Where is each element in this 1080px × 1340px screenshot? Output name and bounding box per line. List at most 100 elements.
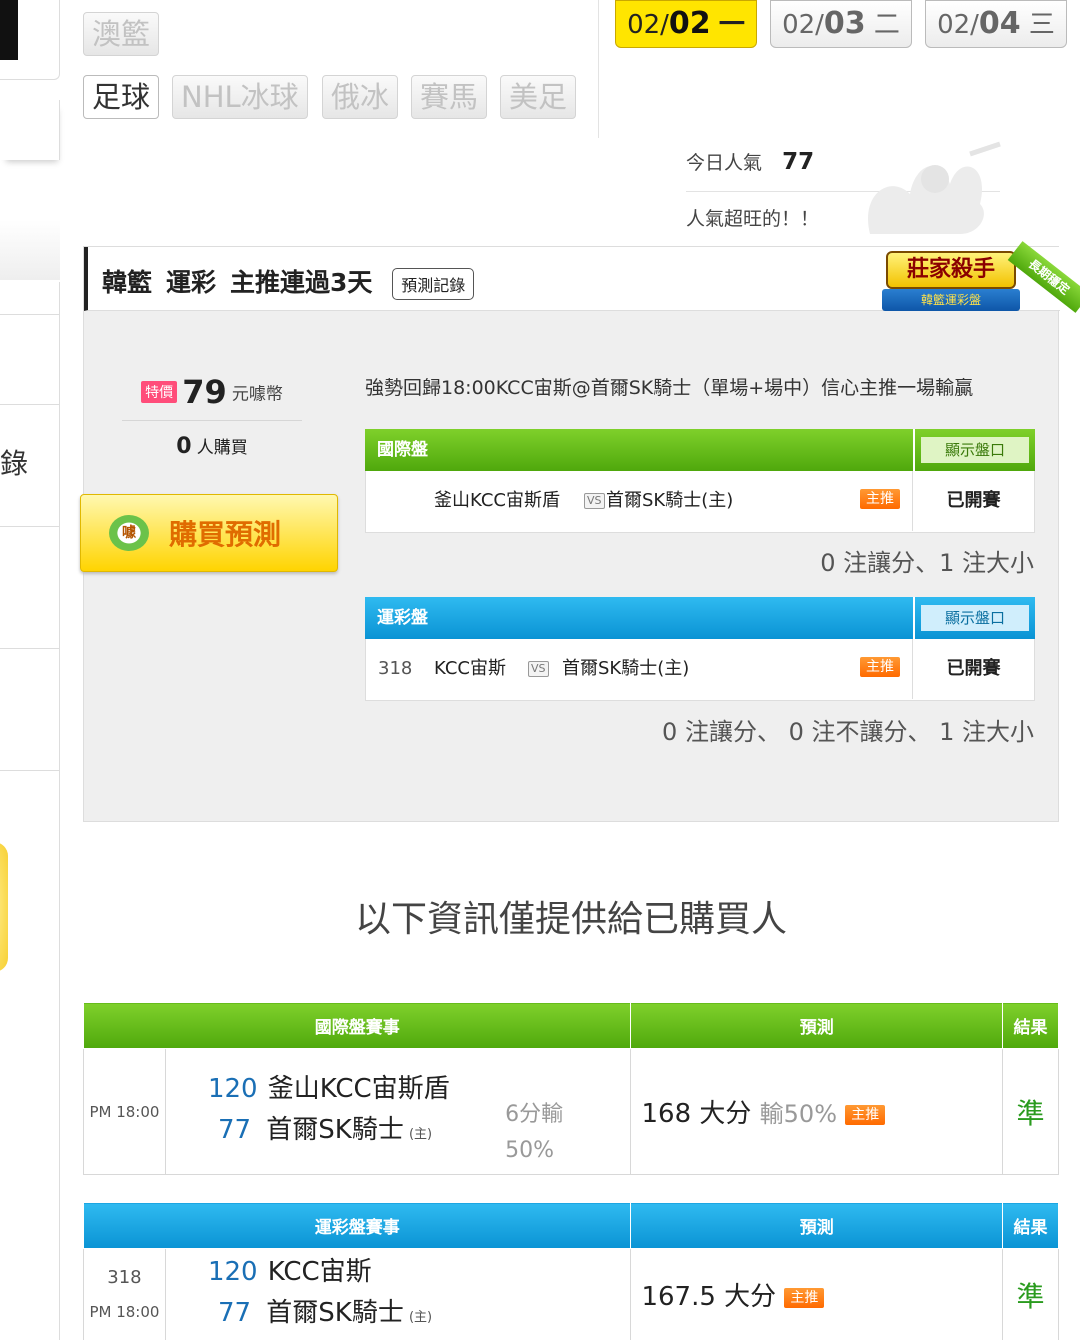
lottery-result-table: 運彩盤賽事 預測 結果 318 PM 18:00 120 KCC宙斯 77 首爾…: [82, 1202, 1059, 1340]
intl-spread: 6分輸 50%: [505, 1048, 632, 1175]
intl-prediction-value: 168 大分: [641, 1099, 752, 1129]
intl-home-team-name: 首爾SK騎士: [266, 1114, 404, 1145]
date-tab-0203[interactable]: 02/03 二: [770, 0, 912, 48]
sidebar-item-fragment[interactable]: 錄: [0, 442, 28, 482]
intl-odds-title: 國際盤: [377, 440, 428, 460]
record-button[interactable]: 預測記錄: [392, 268, 475, 300]
intl-table-header-prediction: 預測: [630, 1002, 1004, 1049]
popularity-value: 77: [782, 149, 815, 175]
sport-tab-american-football[interactable]: 美足: [500, 75, 577, 119]
intl-home-tag: (主): [408, 1126, 433, 1142]
panel-title-league: 韓籃: [102, 268, 153, 297]
intl-status: 已開賽: [912, 471, 1034, 531]
vs-icon: VS: [528, 661, 549, 677]
sidebar-thumbnail-box: [0, 0, 60, 80]
lottery-table-pick-badge: 主推: [784, 1287, 825, 1308]
table-row: PM 18:00 120 釜山KCC宙斯盾 77 首爾SK騎士 (主) 6分輸 …: [83, 1048, 1059, 1175]
lottery-table-header-prediction: 預測: [630, 1202, 1004, 1249]
divider: [598, 0, 599, 138]
lottery-prediction-value: 167.5 大分: [641, 1282, 777, 1312]
lottery-away-score: 120: [207, 1256, 258, 1287]
panel-title-type: 運彩: [165, 268, 216, 297]
lottery-home-team-name: 首爾SK騎士: [266, 1297, 404, 1328]
lottery-away-team-name: KCC宙斯: [267, 1256, 372, 1287]
lottery-match-time: PM 18:00: [89, 1302, 160, 1321]
lottery-pick-badge: 主推: [860, 657, 900, 677]
intl-show-odds-button[interactable]: 顯示盤口: [913, 429, 1035, 471]
intl-odds-row: 釜山KCC宙斯盾 VS 首爾SK騎士(主) 主推 已開賽: [365, 471, 1035, 533]
mascot-icon: [868, 141, 1001, 234]
sidebar-list: 錄: [0, 282, 60, 1340]
left-sidebar-fragment: 錄: [0, 0, 60, 1340]
lottery-teams: 120 KCC宙斯 77 首爾SK騎士 (主): [164, 1248, 632, 1340]
intl-odds-header: 國際盤 顯示盤口: [365, 429, 1035, 471]
sport-tab-football[interactable]: 足球: [83, 75, 160, 119]
lottery-table-code: 318: [107, 1266, 142, 1288]
buy-prediction-button[interactable]: 噱 購買預測: [80, 494, 338, 572]
lottery-match-meta: 318 PM 18:00: [83, 1248, 166, 1340]
intl-teams: 120 釜山KCC宙斯盾 77 首爾SK騎士 (主): [164, 1048, 506, 1175]
sport-tab-horse-racing[interactable]: 賽馬: [411, 75, 488, 119]
intl-match-time: PM 18:00: [83, 1048, 166, 1175]
sidebar-decoration: [0, 842, 8, 972]
buy-button-label: 購買預測: [169, 518, 282, 551]
intl-result-table: 國際盤賽事 預測 結果 PM 18:00 120 釜山KCC宙斯盾 77 首爾S…: [82, 1002, 1059, 1175]
lottery-home-team: 首爾SK騎士(主): [562, 658, 690, 679]
sport-tab-russian-hockey[interactable]: 俄冰: [322, 75, 399, 119]
lottery-prediction: 167.5 大分 主推: [630, 1248, 1004, 1340]
intl-prediction: 168 大分 輸50% 主推: [630, 1048, 1004, 1175]
price-value: 79: [182, 373, 227, 411]
lottery-odds-header: 運彩盤 顯示盤口: [365, 597, 1035, 639]
lottery-code: 318: [378, 658, 413, 679]
intl-away-team: 釜山KCC宙斯盾: [434, 490, 560, 511]
popularity-label: 今日人氣: [686, 152, 763, 174]
lottery-table-header-result: 結果: [1002, 1202, 1059, 1249]
lottery-status: 已開賽: [912, 639, 1034, 699]
intl-prediction-extra: 輸50%: [759, 1100, 837, 1128]
intl-home-score: 77: [217, 1114, 252, 1145]
date-tab-0204[interactable]: 02/04 三: [925, 0, 1067, 48]
buyers-unit: 人購買: [196, 438, 248, 458]
sidebar-shadow: [0, 220, 60, 280]
intl-away-score: 120: [207, 1073, 258, 1104]
lottery-odds-title: 運彩盤: [377, 608, 428, 628]
lottery-odds-row: 318 KCC宙斯 VS 首爾SK騎士(主) 主推 已開賽: [365, 639, 1035, 701]
buyers-count: 0: [176, 434, 192, 459]
lottery-home-tag: (主): [408, 1309, 433, 1325]
lottery-table-header-event: 運彩盤賽事: [82, 1202, 632, 1249]
intl-table-header-result: 結果: [1002, 1002, 1059, 1049]
date-tab-0202[interactable]: 02/02 一: [615, 0, 757, 48]
intl-table-pick-badge: 主推: [845, 1104, 886, 1125]
buyers-block: 0 人購買: [122, 433, 302, 459]
popularity-note: 人氣超旺的！！: [686, 208, 820, 230]
panel-title-streak: 主推連過3天: [229, 268, 373, 297]
intl-spread-line2: 50%: [505, 1138, 555, 1163]
intl-spread-line1: 6分輸: [505, 1102, 564, 1127]
intl-summary: 0 注讓分、1 注大小: [820, 549, 1034, 577]
lottery-summary: 0 注讓分、 0 注不讓分、 1 注大小: [662, 718, 1034, 746]
intl-table-header-event: 國際盤賽事: [82, 1002, 632, 1049]
prediction-panel: 韓籃 運彩 主推連過3天 預測記錄 莊家殺手 韓籃運彩盤 長期穩定 特價 79 …: [80, 241, 1080, 822]
lottery-home-score: 77: [217, 1297, 252, 1328]
sport-tab-nhl[interactable]: NHL冰球: [172, 75, 308, 119]
vs-icon: VS: [584, 493, 605, 509]
intl-result: 準: [1002, 1048, 1059, 1175]
price-block: 特價 79 元噱幣: [122, 373, 302, 421]
badge-dealer-killer: 莊家殺手 韓籃運彩盤 長期穩定: [882, 241, 1080, 323]
buyer-info-heading: 以下資訊僅提供給已購買人: [354, 899, 787, 940]
intl-home-team: 首爾SK騎士(主): [606, 490, 734, 511]
intl-pick-badge: 主推: [860, 489, 900, 509]
badge-sub-text: 韓籃運彩盤: [882, 289, 1020, 311]
lottery-away-team: KCC宙斯: [434, 658, 506, 679]
sidebar-box: [0, 100, 60, 160]
badge-main-text: 莊家殺手: [886, 251, 1016, 289]
prediction-description: 強勢回歸18:00KCC宙斯@首爾SK騎士（單場+場中）信心主推一場輸贏: [365, 377, 974, 399]
lottery-show-odds-button[interactable]: 顯示盤口: [913, 597, 1035, 639]
table-row: 318 PM 18:00 120 KCC宙斯 77 首爾SK騎士 (主) 167…: [83, 1248, 1059, 1340]
price-unit: 元噱幣: [231, 384, 283, 405]
price-tag: 特價: [141, 381, 178, 403]
sport-tab-macau-basketball[interactable]: 澳籃: [83, 12, 160, 56]
buy-coin-icon: 噱: [109, 515, 149, 551]
sidebar-thumbnail: [0, 0, 18, 60]
lottery-result: 準: [1002, 1248, 1059, 1340]
